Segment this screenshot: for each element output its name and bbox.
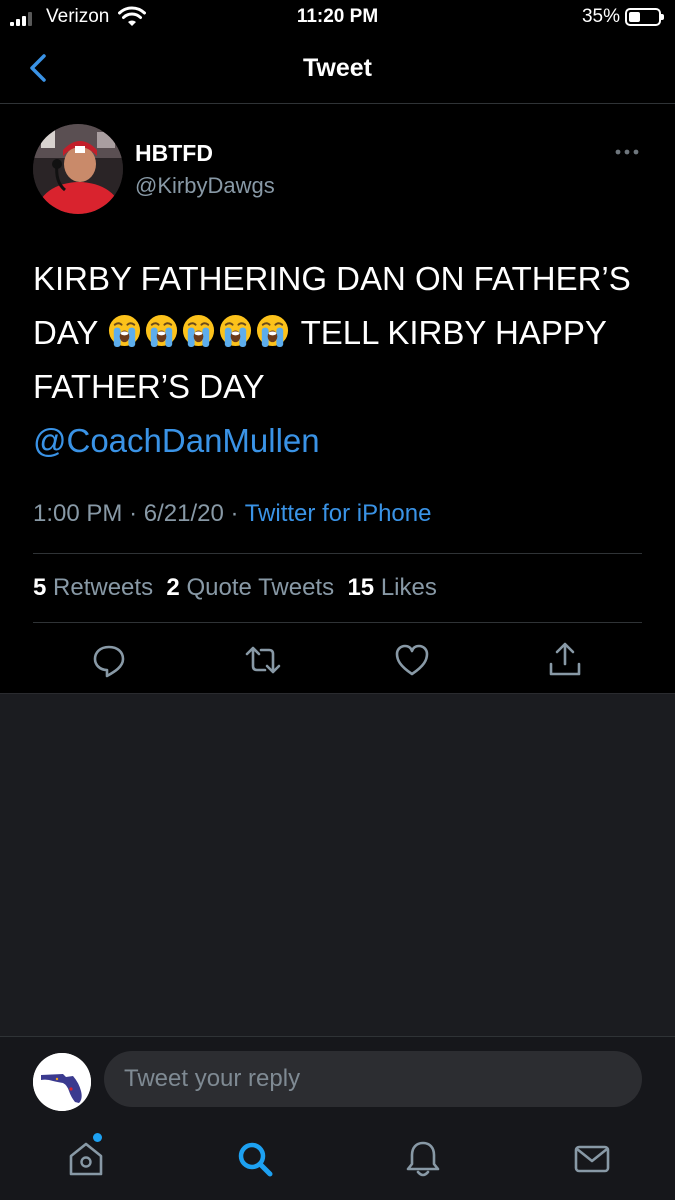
tweet-meta: 1:00 PM · 6/21/20 · Twitter for iPhone [33,500,431,528]
retweets-stat[interactable]: 5 Retweets [33,574,153,601]
search-icon[interactable] [234,1138,276,1180]
user-handle[interactable]: @KirbyDawgs [135,173,275,199]
tweet-time: 1:00 PM [33,500,123,527]
likes-stat[interactable]: 15 Likes [347,574,436,601]
new-content-dot [93,1133,102,1142]
messages-icon[interactable] [571,1138,613,1180]
page-title: Tweet [303,54,372,82]
meta-separator: · [230,500,239,527]
reply-input[interactable] [104,1051,642,1107]
tweet-date: 6/21/20 [143,500,224,527]
avatar-photo [33,124,123,214]
retweets-label: Retweets [53,574,154,601]
more-options-icon[interactable] [612,140,642,164]
reply-icon[interactable] [89,640,129,680]
divider [33,553,642,554]
quotes-label: Quote Tweets [186,574,335,601]
mention-link[interactable]: @CoachDanMullen [33,422,320,459]
likes-label: Likes [380,574,437,601]
quotes-stat[interactable]: 2 Quote Tweets [166,574,334,601]
divider [33,622,642,623]
likes-count: 15 [347,574,375,601]
loudly-crying-face-emoji-icon [145,314,178,348]
nav-header: Tweet [0,36,675,104]
share-icon[interactable] [545,640,585,680]
meta-separator: · [129,500,138,527]
avatar[interactable] [33,124,123,214]
quotes-count: 2 [166,574,180,601]
loudly-crying-face-emoji-icon [182,314,215,348]
retweets-count: 5 [33,574,47,601]
home-icon[interactable] [65,1138,107,1180]
battery-percent: 35% [581,6,620,27]
tweet-source-link[interactable]: Twitter for iPhone [245,500,432,527]
user-avatar[interactable] [33,1053,91,1111]
status-bar: Verizon 11:20 PM 35% [0,0,675,36]
display-name[interactable]: HBTFD [135,140,213,167]
tweet-action-bar [0,640,675,680]
emoji-group [107,314,292,351]
replies-area [0,693,675,1036]
retweet-icon[interactable] [243,640,283,680]
notifications-icon[interactable] [402,1138,444,1180]
tweet-text: KIRBY FATHERING DAN ON FATHER’S DAY TELL… [33,252,653,468]
loudly-crying-face-emoji-icon [256,314,289,348]
battery-icon [625,8,664,26]
loudly-crying-face-emoji-icon [219,314,252,348]
like-icon[interactable] [392,640,432,680]
tweet-stats: 5 Retweets 2 Quote Tweets 15 Likes [33,574,437,602]
loudly-crying-face-emoji-icon [108,314,141,348]
florida-map-icon [33,1053,91,1111]
status-time: 11:20 PM [296,6,379,27]
